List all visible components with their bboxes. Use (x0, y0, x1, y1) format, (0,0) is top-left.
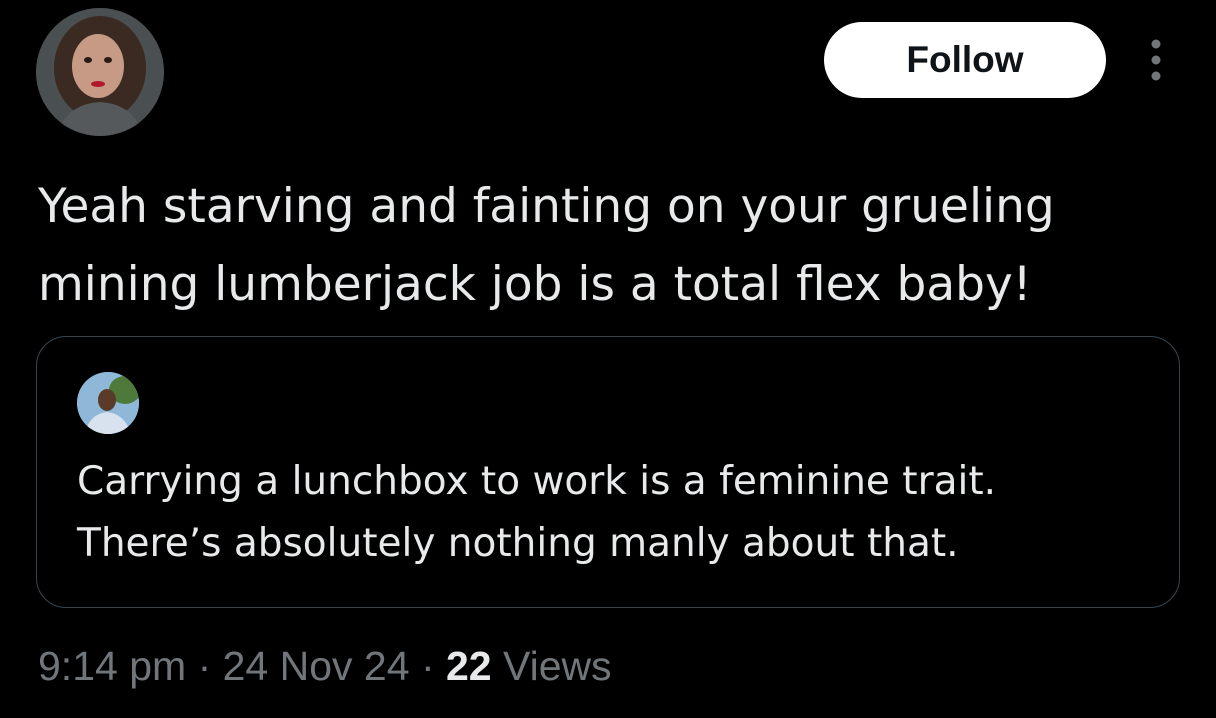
tweet-date[interactable]: 24 Nov 24 (223, 643, 410, 689)
tweet-text-line-2: mining lumberjack job is a total flex ba… (38, 257, 1032, 312)
quoted-tweet-card[interactable]: Carrying a lunchbox to work is a feminin… (36, 336, 1180, 608)
meta-separator: · (197, 643, 212, 689)
quoted-author-avatar[interactable] (77, 372, 139, 434)
meta-separator: · (420, 643, 435, 689)
avatar-image (36, 8, 164, 136)
tweet-text: Yeah starving and fainting on your gruel… (38, 168, 1198, 324)
views-count[interactable]: 22 (446, 643, 492, 689)
quoted-avatar-image (77, 372, 139, 434)
quoted-tweet-text: Carrying a lunchbox to work is a feminin… (77, 451, 1157, 575)
author-avatar[interactable] (36, 8, 164, 136)
views-label[interactable]: Views (503, 643, 612, 689)
follow-button[interactable]: Follow (824, 22, 1106, 98)
tweet-text-line-1: Yeah starving and fainting on your gruel… (38, 179, 1055, 234)
quoted-text-line-2: There’s absolutely nothing manly about t… (77, 521, 959, 566)
tweet-time[interactable]: 9:14 pm (38, 643, 186, 689)
quoted-text-line-1: Carrying a lunchbox to work is a feminin… (77, 459, 997, 504)
tweet-meta: 9:14 pm · 24 Nov 24 · 22 Views (38, 638, 612, 694)
more-vertical-icon[interactable] (1146, 38, 1166, 82)
